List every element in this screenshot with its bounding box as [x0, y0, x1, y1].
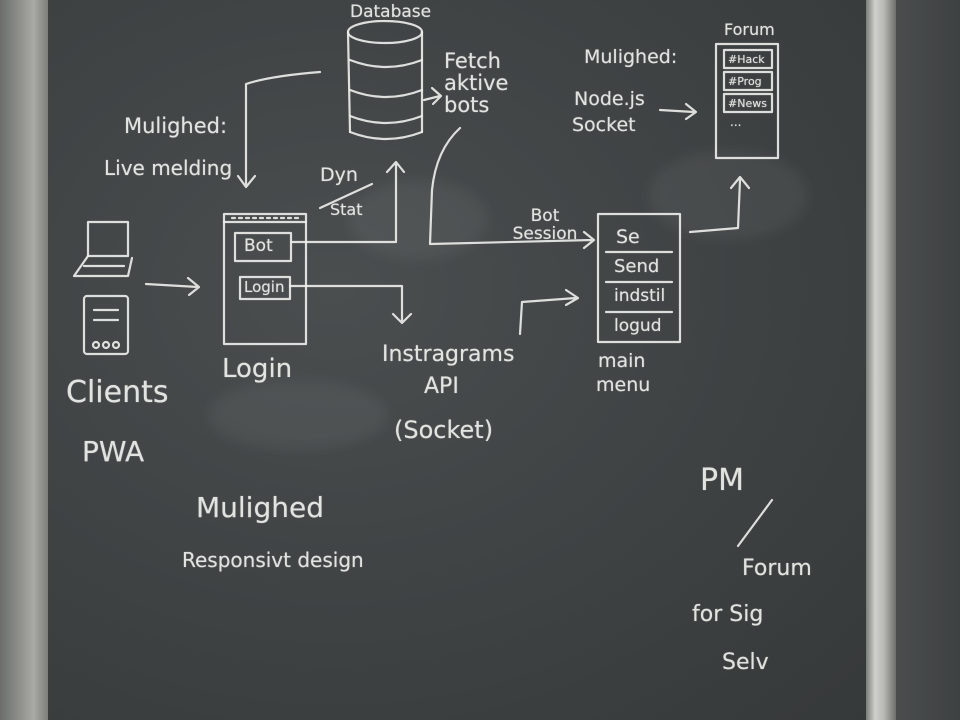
login-caption: Login — [222, 354, 293, 384]
menu-item-logud: logud — [614, 316, 662, 336]
laptop-icon — [72, 220, 134, 278]
pm-label: PM — [700, 463, 744, 498]
forum-tag-prog: #Prog — [728, 75, 762, 88]
database-cylinder-icon — [346, 19, 424, 141]
dyn-label: Dyn — [320, 164, 358, 186]
forum-title: Forum — [724, 20, 775, 39]
right-option-line1: Node.js — [574, 88, 645, 110]
instagram-line3: (Socket) — [394, 416, 494, 444]
pwa-label: PWA — [82, 435, 145, 468]
pm-forum-label: Forum — [742, 556, 812, 581]
right-option-heading: Mulighed: — [584, 46, 678, 68]
instagram-line1: Instragrams — [382, 342, 515, 367]
right-option-line2: Socket — [572, 114, 636, 136]
left-option-heading: Mulighed: — [124, 114, 228, 138]
stat-label: Stat — [330, 200, 363, 219]
main-menu-caption-1: main — [598, 350, 646, 372]
left-option-text: Live melding — [104, 156, 233, 180]
forum-dots: ... — [730, 115, 742, 129]
menu-item-se: Se — [616, 226, 640, 248]
forum-tag-hack: #Hack — [728, 53, 765, 66]
menu-item-send: Send — [614, 256, 660, 277]
menu-item-indstil: indstil — [614, 286, 666, 306]
main-menu-caption-2: menu — [596, 374, 651, 396]
bot-button: Bot — [244, 236, 273, 256]
login-button: Login — [244, 278, 285, 296]
responsive-text: Responsivt design — [182, 548, 364, 572]
responsive-heading: Mulighed — [196, 491, 324, 524]
pm-for-sig-label: for Sig — [692, 602, 764, 627]
database-title: Database — [350, 2, 432, 22]
forum-tag-news: #News — [728, 97, 767, 110]
pm-selv-label: Selv — [722, 650, 769, 675]
bot-session-label: Bot Session — [512, 206, 578, 244]
clients-label: Clients — [66, 375, 169, 410]
fetch-note: Fetch aktive bots — [444, 49, 509, 118]
instagram-line2: API — [424, 374, 459, 399]
phone-icon — [82, 294, 130, 356]
